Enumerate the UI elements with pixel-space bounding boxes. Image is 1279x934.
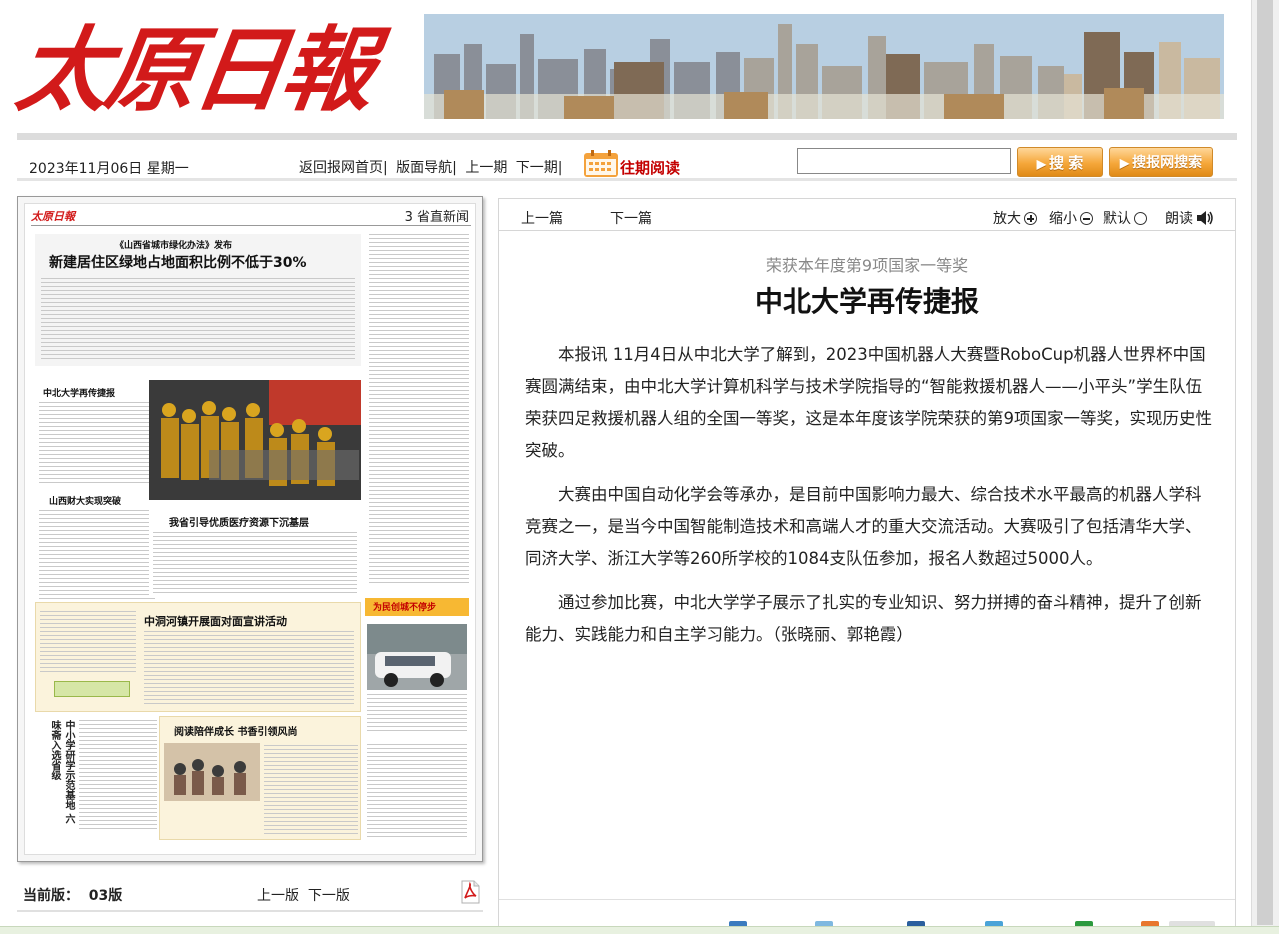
archive-link[interactable]: 往期阅读 <box>620 157 680 178</box>
network-search-button[interactable]: ▶ 搜报网搜索 <box>1109 147 1213 177</box>
current-version-value: 03版 <box>88 888 123 904</box>
pdf-icon[interactable] <box>459 880 481 904</box>
newspaper-page-image[interactable]: 太原日報 3 省直新闻 《山西省城市绿化办法》发布 新建居住区绿地占地面积比例不… <box>24 203 476 855</box>
prev-version-link[interactable]: 上一版 <box>257 888 299 904</box>
speaker-icon <box>1197 211 1213 225</box>
home-link[interactable]: 返回报网首页| <box>299 160 388 176</box>
np-story-6-text <box>264 745 358 835</box>
arrow-icon: ▶ <box>1119 156 1130 170</box>
header-banner-image <box>424 14 1224 119</box>
next-issue-link[interactable]: 下一期| <box>516 160 563 176</box>
next-article-link[interactable]: 下一篇 <box>610 208 652 228</box>
scrollbar-thumb[interactable] <box>1257 0 1273 925</box>
search-input[interactable] <box>797 148 1011 174</box>
current-version: 当前版： 03版 <box>23 885 122 905</box>
np-story-5[interactable]: 中洞河镇开展面对面宣讲活动 <box>35 602 361 712</box>
page: 太原日報 2023年11月06日 星期一 返回报网首页| 版面导航| 上一期 下… <box>0 0 1279 934</box>
top-toolbar: 2023年11月06日 星期一 返回报网首页| 版面导航| 上一期 下一期| 往… <box>17 133 1237 181</box>
page-nav-link[interactable]: 版面导航| <box>396 160 457 176</box>
np-story-2-text <box>39 402 155 486</box>
np-logo: 太原日報 <box>31 210 75 223</box>
current-date: 2023年11月06日 星期一 <box>29 161 189 177</box>
prev-issue-link[interactable]: 上一期 <box>465 160 507 176</box>
np-reading-photo <box>164 743 260 801</box>
np-story-1-kicker: 《山西省城市绿化办法》发布 <box>115 241 233 251</box>
default-size-icon <box>1134 212 1147 225</box>
zoom-out-icon <box>1080 212 1093 225</box>
article-title: 中北大学再传捷报 <box>754 285 979 318</box>
np-story-1-title: 新建居住区绿地占地面积比例不低于30% <box>49 255 307 271</box>
calendar-icon[interactable] <box>583 150 619 178</box>
np-story-4-title: 我省引导优质医疗资源下沉基层 <box>169 518 309 529</box>
np-story-2[interactable]: 中北大学再传捷报 <box>35 372 159 490</box>
np-red-banner: 为民创城不停步 <box>365 598 469 616</box>
article-toolbar: 上一篇 下一篇 放大 缩小 默认 朗读 <box>499 199 1235 231</box>
current-version-label: 当前版： <box>23 888 79 904</box>
article-subtitle: 荣获本年度第9项国家一等奖 <box>765 256 969 275</box>
vertical-scrollbar[interactable] <box>1251 0 1279 934</box>
arrow-icon: ▶ <box>1036 156 1047 171</box>
masthead-text: 太原日報 <box>10 16 378 124</box>
article-body: 本报讯 11月4日从中北大学了解到，2023中国机器人大赛暨RoboCup机器人… <box>525 339 1213 663</box>
zoom-in-icon <box>1024 212 1037 225</box>
newspaper-page-preview: 太原日報 3 省直新闻 《山西省城市绿化办法》发布 新建居住区绿地占地面积比例不… <box>17 196 483 862</box>
np-right-column-text <box>369 234 469 584</box>
np-story-3-text <box>39 510 155 600</box>
article-paragraph: 通过参加比赛，中北大学学子展示了扎实的专业知识、努力拼搏的奋斗精神，提升了创新能… <box>525 593 1202 644</box>
np-story-1[interactable]: 《山西省城市绿化办法》发布 新建居住区绿地占地面积比例不低于30% <box>35 234 361 366</box>
np-firefighter-photo <box>149 380 361 500</box>
np-story-7-title: 中小学研学示范基地 六味斋入选省级 <box>49 720 74 824</box>
np-red-banner-text: 为民创城不停步 <box>373 603 437 613</box>
zoom-in-control[interactable]: 放大 <box>993 208 1037 228</box>
np-story-1-text <box>41 278 355 362</box>
np-story-7-text <box>79 720 157 832</box>
left-footer: 当前版： 03版 上一版 下一版 <box>17 868 483 912</box>
np-story-3-title: 山西财大实现突破 <box>49 497 122 507</box>
version-nav: 上一版 下一版 <box>257 885 350 905</box>
read-aloud-control[interactable]: 朗读 <box>1165 208 1214 228</box>
np-story-3[interactable]: 山西财大实现突破 <box>35 494 159 604</box>
search-button[interactable]: ▶ 搜 索 <box>1017 147 1103 177</box>
zoom-out-control[interactable]: 缩小 <box>1049 208 1093 228</box>
np-story-7[interactable]: 中小学研学示范基地 六味斋入选省级 <box>35 716 159 836</box>
zoom-in-label: 放大 <box>993 211 1021 227</box>
np-story-5-title: 中洞河镇开展面对面宣讲活动 <box>144 615 287 628</box>
article-paragraph: 大赛由中国自动化学会等承办，是目前中国影响力最大、综合技术水平最高的机器人学科竞… <box>525 485 1202 568</box>
np-page-label: 3 省直新闻 <box>404 210 469 225</box>
np-story-2-title: 中北大学再传捷报 <box>43 389 116 399</box>
bottom-status-strip <box>0 926 1279 934</box>
np-car-photo <box>367 624 467 690</box>
read-aloud-label: 朗读 <box>1165 211 1193 227</box>
article-paragraph: 本报讯 11月4日从中北大学了解到，2023中国机器人大赛暨RoboCup机器人… <box>525 345 1212 460</box>
np-story-6[interactable]: 阅读陪伴成长 书香引领风尚 <box>159 716 361 840</box>
np-story-4-text <box>153 532 357 594</box>
search-button-label: 搜 索 <box>1049 154 1084 172</box>
top-nav: 返回报网首页| 版面导航| 上一期 下一期| <box>299 157 567 177</box>
np-header: 太原日報 3 省直新闻 <box>31 206 471 226</box>
default-size-control[interactable]: 默认 <box>1103 208 1147 228</box>
np-story-5-badge <box>54 681 130 697</box>
masthead-logo[interactable]: 太原日報 <box>10 6 408 136</box>
left-footer-divider <box>17 910 483 912</box>
article-bottom-divider <box>499 899 1235 900</box>
zoom-out-label: 缩小 <box>1049 211 1077 227</box>
network-search-label: 搜报网搜索 <box>1132 154 1203 170</box>
default-size-label: 默认 <box>1103 211 1131 227</box>
np-story-4[interactable]: 我省引导优质医疗资源下沉基层 <box>149 502 361 598</box>
prev-article-link[interactable]: 上一篇 <box>521 208 563 228</box>
np-right-bottom-text <box>367 744 467 840</box>
article-panel: 上一篇 下一篇 放大 缩小 默认 朗读 荣获本年度第9项国家一等奖 中北大学再传… <box>498 198 1236 934</box>
np-story-5-text-a <box>40 611 136 675</box>
np-story-6-title: 阅读陪伴成长 书香引领风尚 <box>174 727 298 738</box>
np-story-5-text-b <box>144 631 354 707</box>
next-version-link[interactable]: 下一版 <box>308 888 350 904</box>
np-right-lower-text <box>367 694 467 734</box>
